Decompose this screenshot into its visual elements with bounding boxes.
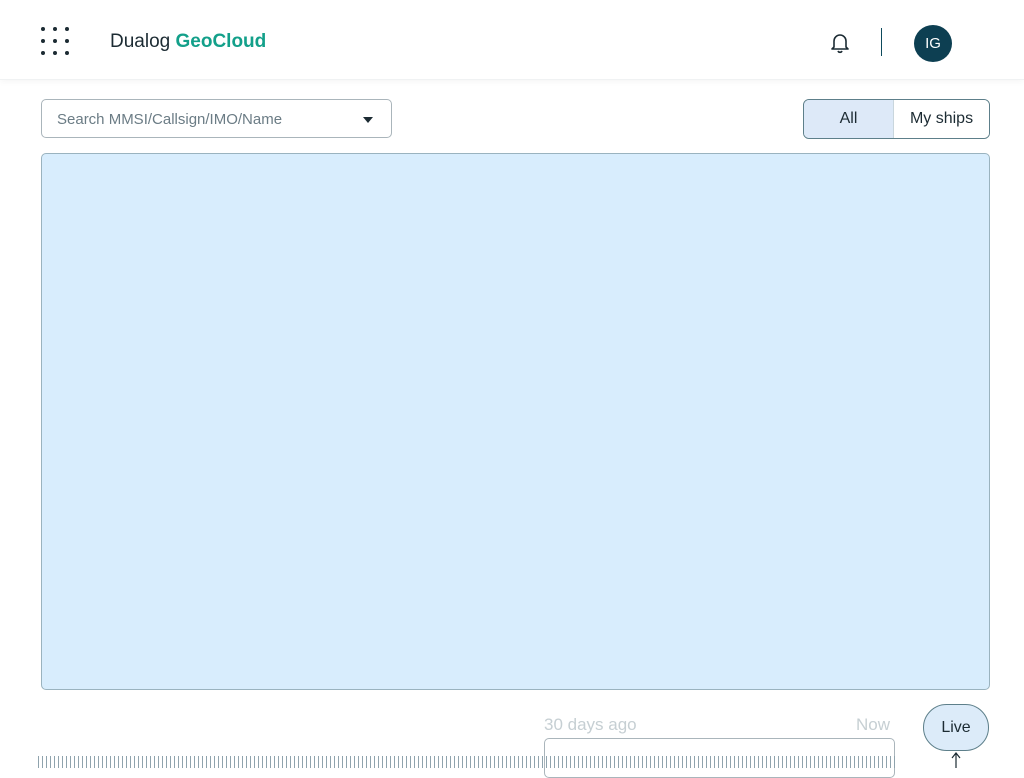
arrow-up-icon xyxy=(951,752,961,768)
map-canvas[interactable] xyxy=(41,153,990,690)
bell-icon[interactable] xyxy=(830,32,850,54)
chevron-down-icon[interactable] xyxy=(362,115,374,125)
brand-prefix: Dualog xyxy=(110,31,171,52)
timeline-end-label: Now xyxy=(856,715,891,734)
filter-my-ships-button[interactable]: My ships xyxy=(893,100,989,138)
user-avatar[interactable]: IG xyxy=(914,25,952,62)
top-bar: Dualog GeoCloud IG xyxy=(0,0,1024,80)
live-button[interactable]: Live xyxy=(923,704,989,751)
filter-all-button[interactable]: All xyxy=(804,100,894,138)
ship-search-combobox[interactable] xyxy=(41,99,392,138)
brand-suffix: GeoCloud xyxy=(175,31,267,52)
timeline-start-label: 30 days ago xyxy=(544,715,637,734)
app-brand: Dualog GeoCloud xyxy=(110,31,266,53)
timeline-ticks[interactable] xyxy=(38,756,895,768)
apps-grid-icon[interactable] xyxy=(41,27,73,59)
header-divider xyxy=(881,28,882,56)
ship-filter-toggle: All My ships xyxy=(803,99,990,139)
ship-search-input[interactable] xyxy=(57,109,347,129)
